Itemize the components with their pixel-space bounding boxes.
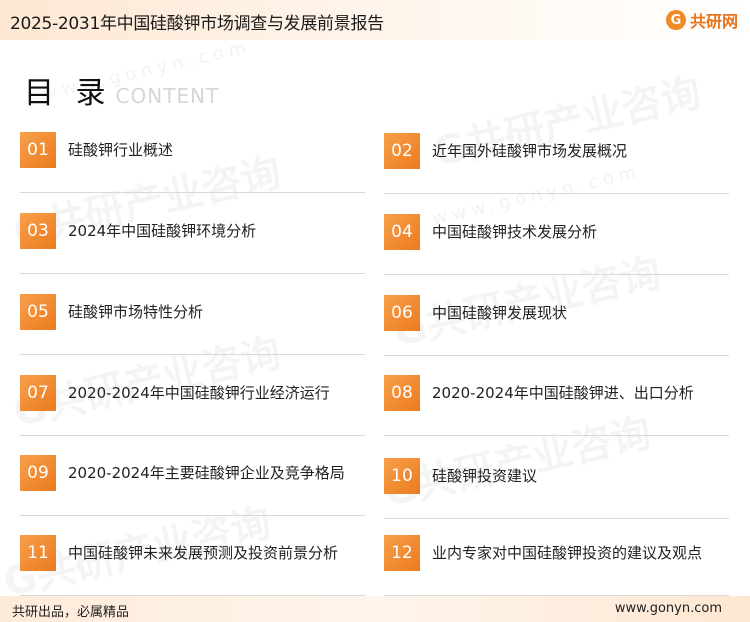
toc-item-08[interactable]: 08 2020-2024年中国硅酸钾进、出口分析 bbox=[384, 375, 729, 436]
toc-item-number: 03 bbox=[20, 213, 56, 249]
toc-item-label: 中国硅酸钾发展现状 bbox=[432, 304, 568, 322]
toc-item-label: 中国硅酸钾未来发展预测及投资前景分析 bbox=[68, 544, 339, 562]
toc-item-label: 2024年中国硅酸钾环境分析 bbox=[68, 222, 257, 240]
toc-item-number: 02 bbox=[384, 133, 420, 169]
toc-item-11[interactable]: 11 中国硅酸钾未来发展预测及投资前景分析 bbox=[20, 535, 365, 596]
footer-url[interactable]: www.gonyn.com bbox=[615, 601, 722, 616]
toc-item-number: 05 bbox=[20, 294, 56, 330]
toc-item-label: 2020-2024年主要硅酸钾企业及竞争格局 bbox=[68, 464, 345, 482]
toc-item-label: 硅酸钾投资建议 bbox=[432, 467, 538, 485]
toc-item-07[interactable]: 07 2020-2024年中国硅酸钾行业经济运行 bbox=[20, 375, 365, 436]
toc-item-12[interactable]: 12 业内专家对中国硅酸钾投资的建议及观点 bbox=[384, 535, 729, 596]
brand-name: 共研网 bbox=[689, 12, 738, 31]
toc-item-number: 12 bbox=[384, 535, 420, 571]
toc-item-label: 硅酸钾市场特性分析 bbox=[68, 303, 204, 321]
footer-slogan: 共研出品，必属精品 bbox=[12, 605, 130, 620]
toc-item-label: 中国硅酸钾技术发展分析 bbox=[432, 223, 598, 241]
toc-item-label: 硅酸钾行业概述 bbox=[68, 141, 174, 159]
toc-item-number: 11 bbox=[20, 535, 56, 571]
toc-item-number: 07 bbox=[20, 375, 56, 411]
toc-item-label: 近年国外硅酸钾市场发展概况 bbox=[432, 142, 628, 160]
toc-item-05[interactable]: 05 硅酸钾市场特性分析 bbox=[20, 294, 365, 355]
toc-item-number: 10 bbox=[384, 458, 420, 494]
toc-item-02[interactable]: 02 近年国外硅酸钾市场发展概况 bbox=[384, 133, 729, 194]
toc-item-label: 2020-2024年中国硅酸钾行业经济运行 bbox=[68, 384, 330, 402]
report-header: 2025-2031年中国硅酸钾市场调查与发展前景报告 G 共研网 bbox=[0, 0, 750, 40]
toc-item-label: 2020-2024年中国硅酸钾进、出口分析 bbox=[432, 384, 694, 402]
toc-title: 目 录 bbox=[24, 76, 112, 111]
toc-item-number: 09 bbox=[20, 455, 56, 491]
report-footer: 共研出品，必属精品 www.gonyn.com bbox=[0, 596, 750, 622]
toc-heading: 目 录 CONTENT bbox=[24, 68, 219, 112]
toc-item-10[interactable]: 10 硅酸钾投资建议 bbox=[384, 458, 729, 519]
toc-item-label: 业内专家对中国硅酸钾投资的建议及观点 bbox=[432, 544, 703, 562]
toc-item-number: 04 bbox=[384, 214, 420, 250]
toc-item-number: 01 bbox=[20, 132, 56, 168]
toc-item-09[interactable]: 09 2020-2024年主要硅酸钾企业及竞争格局 bbox=[20, 455, 365, 516]
toc-subtitle: CONTENT bbox=[115, 84, 220, 108]
toc-item-06[interactable]: 06 中国硅酸钾发展现状 bbox=[384, 295, 729, 356]
toc-item-04[interactable]: 04 中国硅酸钾技术发展分析 bbox=[384, 214, 729, 275]
brand-logo: G 共研网 bbox=[665, 8, 738, 32]
report-title: 2025-2031年中国硅酸钾市场调查与发展前景报告 bbox=[10, 14, 384, 34]
toc-item-01[interactable]: 01 硅酸钾行业概述 bbox=[20, 132, 365, 193]
brand-logo-icon: G bbox=[665, 10, 686, 30]
toc-item-number: 08 bbox=[384, 375, 420, 411]
toc-item-number: 06 bbox=[384, 295, 420, 331]
toc-item-03[interactable]: 03 2024年中国硅酸钾环境分析 bbox=[20, 213, 365, 274]
